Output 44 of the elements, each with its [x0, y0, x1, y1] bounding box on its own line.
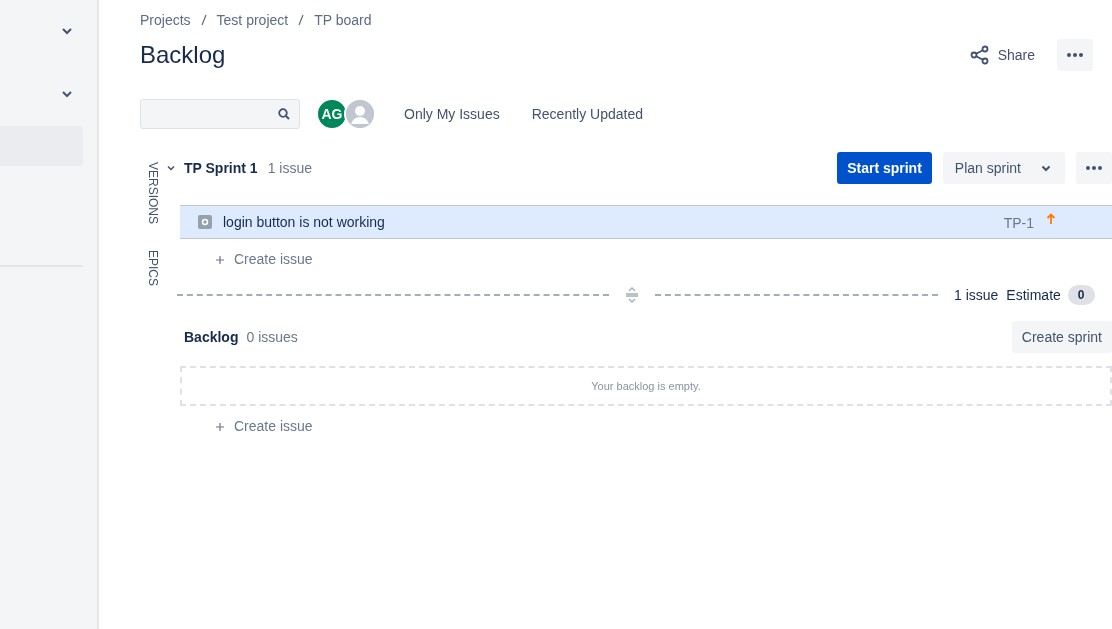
sprint-name: TP Sprint 1: [184, 158, 258, 178]
create-sprint-button[interactable]: Create sprint: [1011, 321, 1112, 353]
breadcrumb-link[interactable]: Test project: [216, 9, 289, 31]
more-button[interactable]: [1076, 152, 1112, 184]
issue-row[interactable]: login button is not working TP-1: [180, 205, 1112, 239]
slash-icon: [298, 14, 305, 26]
issue-type-icon: [198, 215, 212, 229]
priority-arrow-icon: [1046, 213, 1056, 225]
create-issue-button[interactable]: Create issue: [216, 416, 313, 437]
page-title: Backlog: [140, 40, 226, 70]
quick-filter-button[interactable]: Only My Issues: [392, 98, 512, 130]
breadcrumb-link[interactable]: TP board: [314, 9, 372, 31]
side-tab[interactable]: EPICS: [146, 250, 159, 287]
share-button[interactable]: Share: [969, 39, 1035, 71]
breadcrumb-link[interactable]: Projects: [140, 9, 191, 31]
drag-handle-icon[interactable]: [625, 287, 639, 303]
plus-icon: [216, 422, 224, 431]
more-icon: [1067, 53, 1083, 57]
share-icon: [969, 45, 990, 65]
issue-count: 1 issue: [267, 158, 312, 178]
quick-filter-button[interactable]: Recently Updated: [519, 98, 655, 130]
chevron-down-icon[interactable]: [61, 90, 73, 98]
chevron-down-icon[interactable]: [166, 164, 176, 172]
start-sprint-button[interactable]: Start sprint: [837, 152, 932, 184]
chevron-down-icon[interactable]: [61, 27, 73, 35]
estimate-label: Estimate: [1006, 285, 1061, 305]
empty-message: Your backlog is empty.: [591, 378, 701, 394]
issue-summary: login button is not working: [223, 212, 385, 232]
plus-icon: [216, 255, 224, 264]
more-icon: [1086, 166, 1102, 170]
avatar[interactable]: AG: [316, 98, 348, 130]
issue-key: TP-1: [1003, 212, 1034, 234]
more-button[interactable]: [1057, 39, 1093, 71]
issue-count: 1 issue: [954, 285, 999, 305]
estimate-badge: 0: [1067, 285, 1095, 305]
backlog-name: Backlog: [184, 327, 239, 347]
chevron-down-icon: [1041, 164, 1051, 172]
slash-icon: [200, 14, 207, 26]
search-field[interactable]: [140, 99, 300, 129]
create-issue-button[interactable]: Create issue: [216, 249, 313, 270]
issue-count: 0 issues: [246, 327, 298, 347]
search-icon: [278, 108, 290, 120]
plan-sprint-button[interactable]: Plan sprint: [942, 152, 1065, 184]
side-tab[interactable]: VERSIONS: [146, 162, 159, 224]
